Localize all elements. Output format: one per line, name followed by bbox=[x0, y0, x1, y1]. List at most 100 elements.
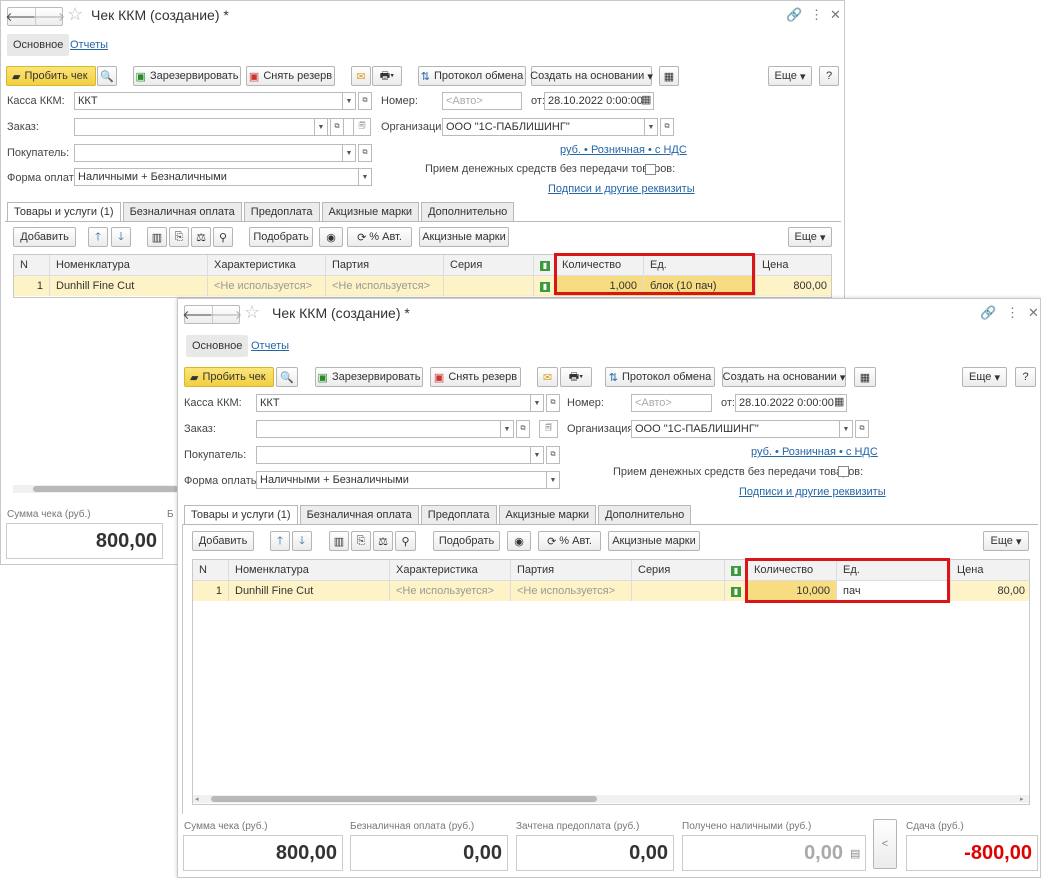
scan-button[interactable]: ⎘ bbox=[351, 531, 371, 551]
excise-button[interactable]: Акцизные марки bbox=[419, 227, 509, 247]
more-button[interactable]: Еще ▾ bbox=[962, 367, 1007, 387]
tab-prepayment[interactable]: Предоплата bbox=[420, 505, 497, 524]
cell-price[interactable]: 80,00 bbox=[950, 581, 1029, 601]
punch-receipt-button[interactable]: ▰ Пробить чек bbox=[6, 66, 96, 86]
payment-dropdown-icon[interactable]: ▼ bbox=[546, 471, 560, 489]
kkm-open-icon[interactable]: ⧉ bbox=[546, 394, 560, 412]
org-dropdown-icon[interactable]: ▼ bbox=[839, 420, 853, 438]
tab-prepayment[interactable]: Предоплата bbox=[243, 202, 320, 221]
org-open-icon[interactable]: ⧉ bbox=[660, 118, 674, 136]
favorite-star-icon[interactable]: ☆ bbox=[244, 302, 260, 323]
tab-excise[interactable]: Акцизные марки bbox=[321, 202, 420, 221]
tab-goods[interactable]: Товары и услуги (1) bbox=[184, 505, 298, 525]
cash-no-goods-checkbox[interactable] bbox=[645, 164, 656, 175]
cell-series[interactable] bbox=[631, 581, 724, 601]
cell-char[interactable]: <Не используется> bbox=[389, 581, 510, 601]
percent-auto-button[interactable]: ⟳% Авт. bbox=[538, 531, 601, 551]
stamp-button[interactable]: ⚲ bbox=[213, 227, 233, 247]
mail-button[interactable]: ✉ bbox=[537, 367, 558, 387]
order-field[interactable] bbox=[256, 420, 514, 438]
col-series[interactable]: Серия bbox=[631, 560, 724, 580]
help-button[interactable]: ? bbox=[819, 66, 839, 86]
barcode-button[interactable]: ▥ bbox=[329, 531, 349, 551]
kkm-dropdown-icon[interactable]: ▼ bbox=[342, 92, 356, 110]
kkm-field[interactable]: ККТ bbox=[74, 92, 356, 110]
move-up-button[interactable]: 🡑 bbox=[88, 227, 108, 247]
col-n[interactable]: N bbox=[14, 255, 49, 275]
structure-button[interactable]: ▦ bbox=[854, 367, 876, 387]
cell-series[interactable] bbox=[443, 276, 533, 296]
table-more-button[interactable]: Еще ▾ bbox=[788, 227, 832, 247]
kkm-open-icon[interactable]: ⧉ bbox=[358, 92, 372, 110]
cell-price[interactable]: 800,00 bbox=[755, 276, 831, 296]
order-create-icon[interactable]: 🗐 bbox=[353, 118, 371, 136]
close-icon[interactable]: ✕ bbox=[830, 7, 841, 23]
forward-arrow-icon[interactable]: 🡒 bbox=[210, 306, 242, 323]
protocol-button[interactable]: ⇅ Протокол обмена bbox=[605, 367, 715, 387]
table-more-button[interactable]: Еще ▾ bbox=[983, 531, 1029, 551]
org-open-icon[interactable]: ⧉ bbox=[855, 420, 869, 438]
tab-reports[interactable]: Отчеты bbox=[64, 34, 114, 56]
structure-button[interactable]: ▦ bbox=[659, 66, 679, 86]
order-dropdown-icon[interactable]: ▼ bbox=[500, 420, 514, 438]
scroll-right-icon[interactable]: ▸ bbox=[1020, 795, 1024, 803]
signatures-link[interactable]: Подписи и другие реквизиты bbox=[739, 486, 886, 498]
link-icon[interactable]: 🔗 bbox=[980, 305, 996, 321]
back-arrow-icon[interactable]: 🡐 bbox=[5, 8, 37, 25]
tab-main[interactable]: Основное bbox=[186, 335, 249, 357]
horizontal-scrollbar[interactable] bbox=[13, 485, 178, 493]
pick-button[interactable]: Подобрать bbox=[433, 531, 500, 551]
col-price[interactable]: Цена bbox=[950, 560, 1029, 580]
unreserve-button[interactable]: ▣ Снять резерв bbox=[246, 66, 335, 86]
org-dropdown-icon[interactable]: ▼ bbox=[644, 118, 658, 136]
col-char[interactable]: Характеристика bbox=[207, 255, 325, 275]
col-price[interactable]: Цена bbox=[755, 255, 831, 275]
tab-additional[interactable]: Дополнительно bbox=[421, 202, 515, 221]
tab-additional[interactable]: Дополнительно bbox=[598, 505, 692, 524]
date-field[interactable]: 28.10.2022 0:00:00 bbox=[544, 92, 654, 110]
barcode-button[interactable]: ▥ bbox=[147, 227, 167, 247]
col-item[interactable]: Номенклатура bbox=[228, 560, 389, 580]
calendar-icon[interactable]: ▦ bbox=[834, 395, 844, 408]
more-menu-icon[interactable]: ⋮ bbox=[1006, 305, 1019, 321]
close-icon[interactable]: ✕ bbox=[1028, 305, 1039, 321]
order-create-icon[interactable]: 🗐 bbox=[539, 420, 558, 438]
tab-excise[interactable]: Акцизные марки bbox=[498, 505, 597, 524]
tab-card-payment[interactable]: Безналичная оплата bbox=[299, 505, 419, 524]
excise-button[interactable]: Акцизные марки bbox=[608, 531, 700, 551]
cell-batch[interactable]: <Не используется> bbox=[325, 276, 443, 296]
cell-item[interactable]: Dunhill Fine Cut bbox=[49, 276, 207, 296]
org-field[interactable]: ООО "1С-ПАБЛИШИНГ" bbox=[631, 420, 853, 438]
payment-field[interactable]: Наличными + Безналичными bbox=[256, 471, 560, 489]
reserve-button[interactable]: ▣ Зарезервировать bbox=[133, 66, 241, 86]
view-button[interactable]: ◉ bbox=[507, 531, 531, 551]
calendar-icon[interactable]: ▦ bbox=[641, 93, 651, 106]
col-char[interactable]: Характеристика bbox=[389, 560, 510, 580]
col-batch[interactable]: Партия bbox=[510, 560, 631, 580]
mail-button[interactable]: ✉ bbox=[351, 66, 371, 86]
favorite-star-icon[interactable]: ☆ bbox=[67, 4, 83, 25]
cell-item[interactable]: Dunhill Fine Cut bbox=[228, 581, 389, 601]
signatures-link[interactable]: Подписи и другие реквизиты bbox=[548, 183, 695, 195]
tab-main[interactable]: Основное bbox=[7, 34, 70, 56]
scan-button[interactable]: ⎘ bbox=[169, 227, 189, 247]
org-field[interactable]: ООО "1С-ПАБЛИШИНГ" bbox=[442, 118, 658, 136]
price-type-link[interactable]: руб. • Розничная • с НДС bbox=[751, 446, 878, 458]
cash-no-goods-checkbox[interactable] bbox=[838, 466, 849, 477]
create-based-button[interactable]: Создать на основании ▾ bbox=[722, 367, 846, 387]
print-button[interactable]: 🖶▾ bbox=[372, 66, 402, 86]
kkm-dropdown-icon[interactable]: ▼ bbox=[530, 394, 544, 412]
scroll-left-icon[interactable]: ◂ bbox=[195, 795, 199, 803]
percent-auto-button[interactable]: ⟳% Авт. bbox=[347, 227, 412, 247]
cell-char[interactable]: <Не используется> bbox=[207, 276, 325, 296]
order-open-icon[interactable]: ⧉ bbox=[516, 420, 530, 438]
kkm-field[interactable]: ККТ bbox=[256, 394, 544, 412]
buyer-dropdown-icon[interactable]: ▼ bbox=[342, 144, 356, 162]
pick-button[interactable]: Подобрать bbox=[249, 227, 313, 247]
col-item[interactable]: Номенклатура bbox=[49, 255, 207, 275]
print-button[interactable]: 🖶▾ bbox=[560, 367, 592, 387]
number-field[interactable]: <Авто> bbox=[442, 92, 522, 110]
number-field[interactable]: <Авто> bbox=[631, 394, 712, 412]
payment-field[interactable]: Наличными + Безналичными bbox=[74, 168, 372, 186]
cell-batch[interactable]: <Не используется> bbox=[510, 581, 631, 601]
